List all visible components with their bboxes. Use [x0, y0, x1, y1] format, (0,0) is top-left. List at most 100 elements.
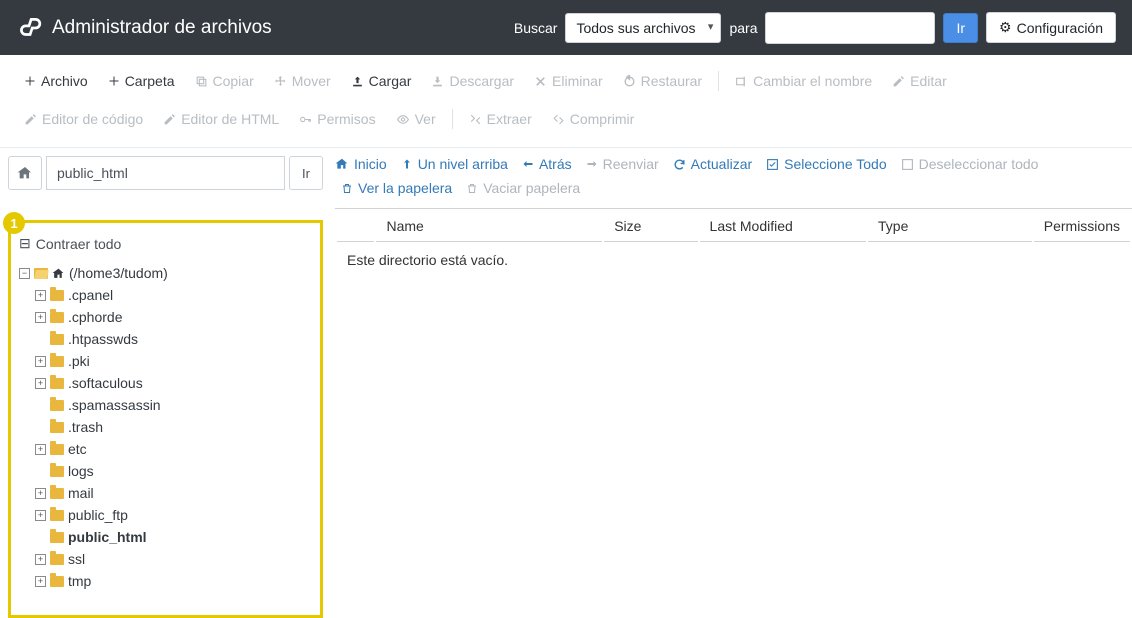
key-icon [299, 113, 312, 126]
tree-node[interactable]: .htpasswds [19, 328, 314, 350]
folder-icon [50, 466, 64, 477]
folder-icon [50, 510, 64, 521]
folder-icon [50, 334, 64, 345]
tree-node[interactable]: .trash [19, 416, 314, 438]
tree-node[interactable]: +mail [19, 482, 314, 504]
edit-button: Editar [882, 65, 957, 97]
deselect-action[interactable]: Deseleccionar todo [901, 156, 1039, 172]
col-size[interactable]: Size [604, 211, 697, 242]
expand-toggle[interactable]: + [35, 290, 46, 301]
tree-node[interactable]: +.softaculous [19, 372, 314, 394]
select-all-action[interactable]: Seleccione Todo [766, 156, 886, 172]
config-button[interactable]: ⚙ Configuración [986, 12, 1116, 43]
html-editor-button: Editor de HTML [153, 103, 289, 135]
rename-button: Cambiar el nombre [725, 65, 882, 97]
extract-button: Extraer [459, 103, 542, 135]
edit-icon [892, 75, 905, 88]
expand-toggle[interactable]: + [35, 356, 46, 367]
search-label: Buscar [514, 20, 558, 36]
home-action[interactable]: Inicio [335, 156, 387, 172]
home-icon [17, 165, 33, 181]
folder-icon [50, 312, 64, 323]
uncheck-icon [901, 158, 914, 171]
path-go-button[interactable]: Ir [289, 156, 323, 190]
expand-toggle[interactable]: − [19, 268, 30, 279]
tree-root[interactable]: − (/home3/tudom) [19, 262, 314, 284]
right-icon [586, 158, 598, 170]
expand-toggle[interactable]: + [35, 444, 46, 455]
delete-icon [534, 75, 547, 88]
refresh-action[interactable]: Actualizar [673, 156, 752, 172]
app-title: Administrador de archivos [52, 17, 272, 39]
download-button: Descargar [421, 65, 524, 97]
collapse-all-button[interactable]: ⊟ Contraer todo [19, 233, 314, 262]
folder-icon [50, 290, 64, 301]
refresh-icon [673, 158, 686, 171]
col-modified[interactable]: Last Modified [700, 211, 867, 242]
expand-toggle[interactable]: + [35, 488, 46, 499]
tree-node[interactable]: +public_ftp [19, 504, 314, 526]
perms-button: Permisos [289, 103, 385, 135]
tree-node[interactable]: +.cphorde [19, 306, 314, 328]
up-icon [401, 157, 413, 171]
move-icon [274, 75, 287, 88]
home-icon [52, 267, 65, 280]
search-go-button[interactable]: Ir [943, 13, 978, 43]
tree-node[interactable]: +.pki [19, 350, 314, 372]
expand-toggle[interactable]: + [35, 378, 46, 389]
folder-icon [50, 532, 64, 543]
empty-trash-action[interactable]: Vaciar papelera [466, 180, 580, 196]
forward-action[interactable]: Reenviar [586, 156, 659, 172]
col-name[interactable]: Name [376, 211, 602, 242]
folder-button[interactable]: Carpeta [98, 65, 185, 97]
copy-button: Copiar [185, 65, 264, 97]
header-search: Buscar Todos sus archivos para Ir ⚙ Conf… [514, 12, 1116, 44]
header-bar: Administrador de archivos Buscar Todos s… [0, 0, 1132, 55]
code-editor-button: Editor de código [14, 103, 153, 135]
upload-icon [351, 75, 364, 88]
upload-button[interactable]: Cargar [341, 65, 422, 97]
expand-toggle[interactable]: + [35, 510, 46, 521]
back-action[interactable]: Atrás [522, 156, 572, 172]
home-icon [335, 157, 349, 171]
annotation-badge: 1 [3, 212, 25, 234]
folder-open-icon [34, 268, 48, 279]
extract-icon [469, 113, 482, 126]
download-icon [431, 75, 444, 88]
home-button[interactable] [8, 156, 42, 190]
expand-toggle[interactable]: + [35, 554, 46, 565]
rename-icon [735, 75, 748, 88]
expand-toggle[interactable]: + [35, 576, 46, 587]
tree-node[interactable]: +tmp [19, 570, 314, 592]
col-type[interactable]: Type [868, 211, 1032, 242]
search-scope-select[interactable]: Todos sus archivos [565, 13, 721, 43]
app-logo: Administrador de archivos [16, 15, 272, 41]
edit-icon [24, 113, 37, 126]
tree-node[interactable]: logs [19, 460, 314, 482]
tree-node[interactable]: +.cpanel [19, 284, 314, 306]
tree-node[interactable]: +ssl [19, 548, 314, 570]
folder-tree-container: 1 ⊟ Contraer todo − (/home3/tudom) +.cpa… [8, 220, 323, 618]
tree-node[interactable]: +etc [19, 438, 314, 460]
folder-icon [50, 444, 64, 455]
trash-icon [466, 182, 478, 195]
path-input[interactable] [46, 156, 285, 190]
file-button[interactable]: Archivo [14, 65, 98, 97]
col-permissions[interactable]: Permissions [1034, 211, 1130, 242]
plus-icon [24, 75, 36, 87]
expand-toggle[interactable]: + [35, 312, 46, 323]
plus-icon [108, 75, 120, 87]
folder-icon [50, 378, 64, 389]
gear-icon: ⚙ [999, 19, 1012, 36]
view-trash-action[interactable]: Ver la papelera [341, 180, 452, 196]
folder-icon [50, 488, 64, 499]
copy-icon [195, 75, 208, 88]
search-input[interactable] [765, 12, 935, 44]
empty-row: Este directorio está vacío. [337, 244, 1130, 276]
tree-node[interactable]: .spamassassin [19, 394, 314, 416]
trash-icon [341, 182, 353, 195]
tree-node[interactable]: public_html [19, 526, 314, 548]
delete-button: Eliminar [524, 65, 613, 97]
check-icon [766, 158, 779, 171]
up-action[interactable]: Un nivel arriba [401, 156, 508, 172]
